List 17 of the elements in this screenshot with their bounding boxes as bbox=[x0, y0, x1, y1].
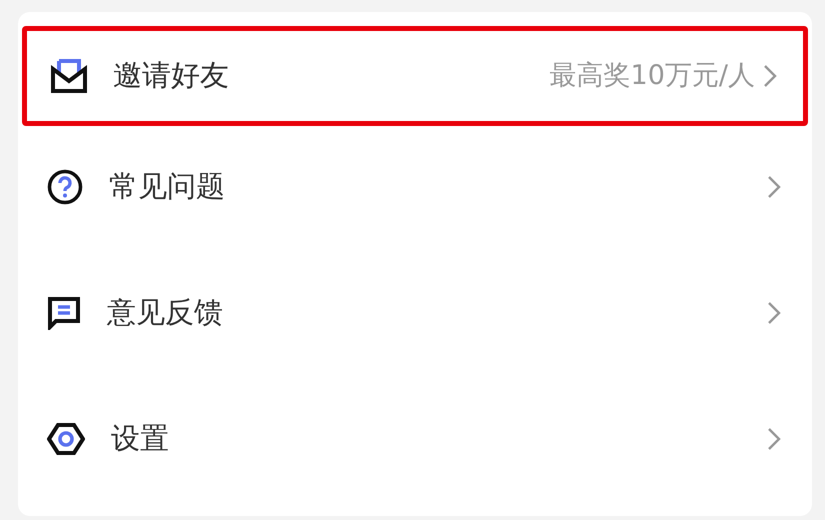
menu-item[interactable]: 设置 bbox=[18, 376, 812, 502]
reward-note: 最高奖10万元/人 bbox=[550, 58, 755, 93]
help-icon bbox=[47, 169, 83, 205]
menu-item[interactable]: 意见反馈 bbox=[18, 250, 812, 376]
menu-label: 设置 bbox=[111, 420, 169, 458]
menu-item[interactable]: 常见问题 bbox=[18, 124, 812, 250]
chevron-icon bbox=[767, 175, 781, 199]
chevron-icon bbox=[767, 427, 781, 451]
feedback-icon bbox=[47, 296, 81, 330]
envelope-icon bbox=[51, 59, 87, 93]
menu-label: 意见反馈 bbox=[107, 294, 223, 332]
chevron-icon bbox=[767, 301, 781, 325]
chevron-icon bbox=[763, 64, 777, 88]
menu-label: 邀请好友 bbox=[113, 57, 229, 94]
settings-icon bbox=[47, 422, 85, 456]
menu-item[interactable]: 邀请好友 最高奖10万元/人 bbox=[22, 26, 808, 126]
menu-label: 常见问题 bbox=[109, 168, 225, 206]
